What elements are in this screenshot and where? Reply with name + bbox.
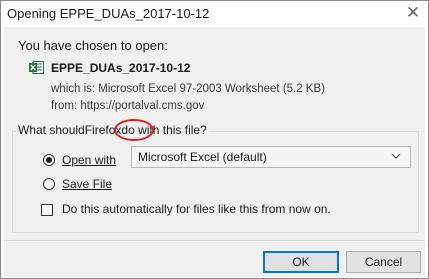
- save-file-radio[interactable]: [43, 178, 55, 190]
- button-bar: OK Cancel: [4, 240, 425, 277]
- dialog-body: You have chosen to open: EPPE_DUAs_2017-…: [4, 27, 425, 240]
- file-source-text: from: https://portalval.cms.gov: [51, 100, 205, 112]
- open-with-radio[interactable]: [43, 154, 55, 166]
- application-select-value: Microsoft Excel (default): [138, 150, 267, 164]
- question-prefix: What should: [18, 123, 85, 137]
- save-file-label[interactable]: Save File: [62, 177, 112, 191]
- file-type-text: which is: Microsoft Excel 97-2003 Worksh…: [51, 83, 325, 95]
- excel-file-icon: [29, 61, 44, 74]
- auto-action-label[interactable]: Do this automatically for files like thi…: [62, 202, 331, 216]
- red-circle-annotation: [114, 119, 154, 141]
- dialog-title: Opening EPPE_DUAs_2017-10-12: [7, 6, 210, 21]
- intro-text: You have chosen to open:: [18, 38, 168, 53]
- application-select[interactable]: Microsoft Excel (default): [131, 146, 411, 168]
- auto-action-checkbox[interactable]: [41, 204, 53, 216]
- ok-button[interactable]: OK: [263, 251, 339, 273]
- close-icon[interactable]: ✕: [402, 2, 424, 24]
- file-name: EPPE_DUAs_2017-10-12: [51, 61, 191, 75]
- cancel-button[interactable]: Cancel: [346, 251, 421, 273]
- title-bar: Opening EPPE_DUAs_2017-10-12 ✕: [1, 1, 428, 27]
- download-dialog: Opening EPPE_DUAs_2017-10-12 ✕ You have …: [0, 0, 429, 279]
- action-question: What should Firefox do with this file?: [16, 123, 209, 137]
- open-with-label[interactable]: Open with: [62, 153, 116, 167]
- chevron-down-icon: [391, 153, 401, 159]
